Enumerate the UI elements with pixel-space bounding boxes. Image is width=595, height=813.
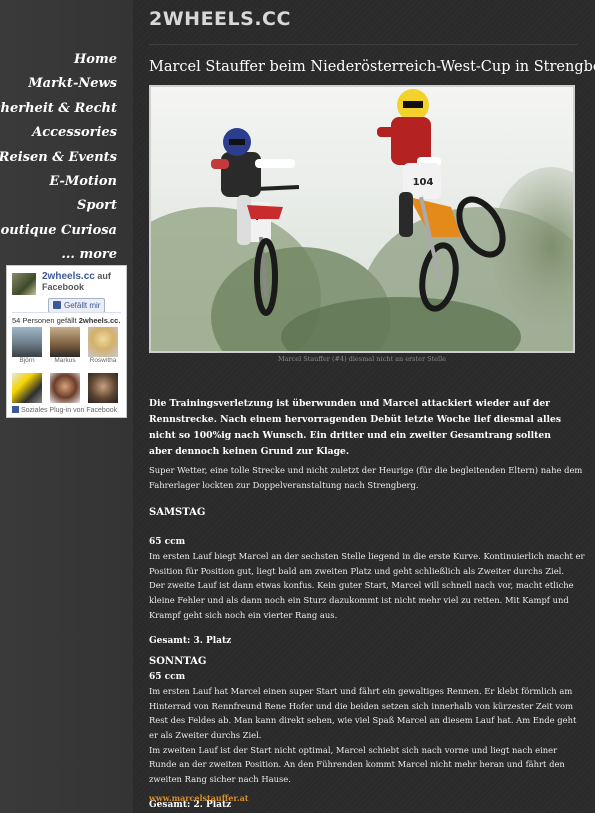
divider	[149, 44, 578, 45]
like-button-label: Gefällt mir	[64, 301, 101, 310]
main-content: 2WHEELS.CC Marcel Stauffer beim Niederös…	[133, 0, 595, 813]
section-sonntag: SONNTAG 65 ccm Im ersten Lauf hat Marcel…	[149, 655, 585, 813]
result-label: Gesamt: 3. Platz	[149, 636, 232, 647]
facebook-header: 2wheels.cc auf Facebook Gefällt mir	[12, 271, 122, 313]
thumbs-up-icon	[53, 301, 61, 309]
section-heading: SONNTAG	[149, 656, 207, 667]
face-item[interactable]: Björn	[12, 327, 42, 365]
paragraph: Der zweite Lauf ist dann etwas konfus. K…	[149, 580, 574, 620]
avatar	[12, 327, 42, 357]
class-label: 65 ccm	[149, 536, 186, 547]
section-samstag: SAMSTAG 65 ccm Im ersten Lauf biegt Marc…	[149, 506, 585, 649]
facebook-plugin-footer[interactable]: Soziales Plug-in von Facebook	[12, 406, 117, 414]
nav-reisen-events[interactable]: Reisen & Events	[0, 146, 117, 170]
facebook-on-label: auf	[97, 271, 111, 281]
nav-more[interactable]: ... more	[0, 243, 117, 267]
facebook-icon	[12, 406, 19, 413]
divider	[12, 312, 121, 313]
nav-accessories[interactable]: Accessories	[0, 121, 117, 145]
nav-home[interactable]: Home	[0, 48, 117, 72]
paragraph: Im zweiten Lauf ist der Start nicht opti…	[149, 744, 565, 784]
nav-sicherheit-recht[interactable]: Sicherheit & Recht	[0, 97, 117, 121]
face-item[interactable]: Markus	[50, 327, 80, 365]
article-intro: Super Wetter, eine tolle Strecke und nic…	[149, 465, 583, 490]
nav-boutique-curiosa[interactable]: Boutique Curiosa	[0, 219, 117, 243]
article-lead: Die Trainingsverletzung ist überwunden u…	[149, 398, 561, 457]
paragraph: Im ersten Lauf biegt Marcel an der sechs…	[149, 551, 585, 576]
main-navigation: Home Markt-News Sicherheit & Recht Acces…	[0, 48, 117, 268]
facebook-page-name[interactable]: 2wheels.cc	[42, 271, 95, 282]
avatar	[88, 373, 118, 403]
avatar	[88, 327, 118, 357]
paragraph: Im ersten Lauf hat Marcel einen super St…	[149, 686, 577, 740]
article-title: Marcel Stauffer beim Niederösterreich-We…	[149, 59, 595, 75]
nav-sport[interactable]: Sport	[0, 194, 117, 218]
motocross-jump-image: 4 104	[151, 87, 573, 351]
nav-e-motion[interactable]: E-Motion	[0, 170, 117, 194]
avatar	[50, 373, 80, 403]
facebook-like-button[interactable]: Gefällt mir	[48, 298, 106, 313]
facebook-platform-label: Facebook	[42, 282, 85, 292]
nav-markt-news[interactable]: Markt-News	[0, 72, 117, 96]
face-item[interactable]: Roswitha	[88, 327, 118, 365]
facebook-like-box: 2wheels.cc auf Facebook Gefällt mir 54 P…	[6, 265, 127, 418]
external-link[interactable]: www.marcelstauffer.at	[149, 793, 249, 803]
bike-number-104: 104	[413, 177, 434, 188]
photo-caption: Marcel Stauffer (#4) diesmal nicht an er…	[277, 355, 447, 363]
article-photo: 4 104	[149, 85, 575, 353]
class-label: 65 ccm	[149, 671, 186, 682]
face-item[interactable]	[12, 373, 42, 403]
facebook-like-count: 54 Personen gefällt 2wheels.cc.	[12, 316, 121, 325]
face-item[interactable]	[50, 373, 80, 403]
avatar	[50, 327, 80, 357]
page-thumbnail[interactable]	[12, 273, 36, 295]
sidebar: Home Markt-News Sicherheit & Recht Acces…	[0, 0, 133, 813]
section-heading: SAMSTAG	[149, 507, 206, 518]
face-item[interactable]	[88, 373, 118, 403]
avatar	[12, 373, 42, 403]
site-logo[interactable]: 2WHEELS.CC	[149, 8, 291, 30]
